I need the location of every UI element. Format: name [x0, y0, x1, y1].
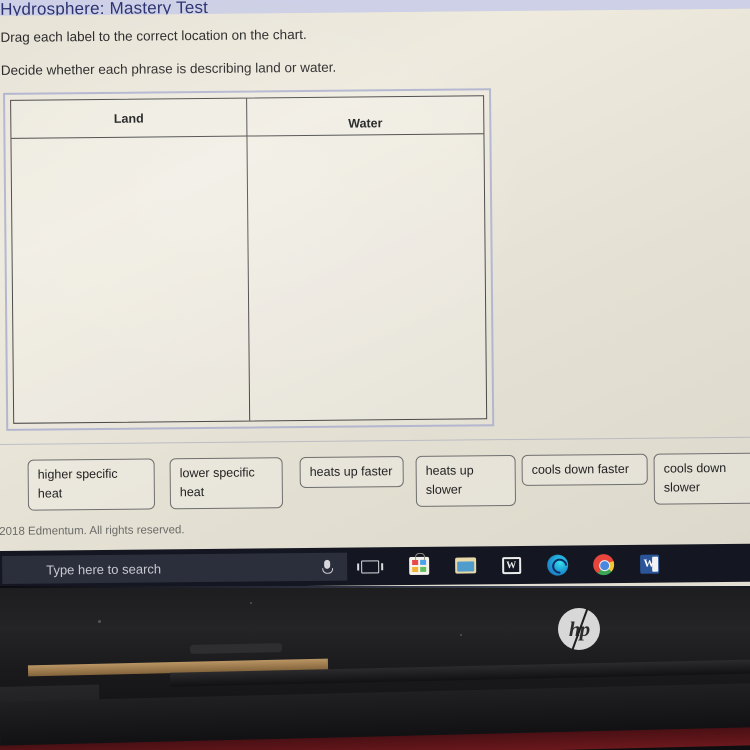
drop-zone-land[interactable] — [11, 136, 251, 423]
microsoft-store-icon — [409, 556, 430, 576]
taskbar-item-microsoft-word[interactable]: W — [637, 552, 661, 576]
instructions: Drag each label to the correct location … — [0, 24, 601, 96]
task-view-icon[interactable] — [361, 559, 380, 573]
drag-label-tray: higher specific heat lower specific heat… — [0, 441, 750, 511]
dust-speck — [250, 602, 252, 604]
drag-label[interactable]: cools down slower — [653, 452, 750, 505]
drag-label[interactable]: cools down faster — [521, 453, 648, 487]
taskbar-item-cortana-app[interactable] — [545, 552, 569, 576]
classification-table: Land Water — [10, 95, 488, 424]
table-body-row — [11, 134, 486, 423]
mail-app-icon: W — [501, 556, 521, 574]
microsoft-word-icon: W — [639, 554, 659, 574]
question-page: Drag each label to the correct location … — [0, 8, 750, 556]
column-header-water: Water — [247, 96, 484, 137]
cortana-swirl-icon — [546, 554, 568, 576]
dust-speck — [98, 620, 101, 623]
hp-logo: hp — [558, 608, 600, 650]
bezel-vent-slot — [189, 643, 283, 654]
instruction-line-1: Drag each label to the correct location … — [0, 26, 307, 45]
drag-label[interactable]: lower specific heat — [169, 457, 284, 510]
taskbar-app-icons: W W — [407, 552, 661, 578]
dust-speck — [460, 634, 462, 636]
bezel-top-edge — [0, 586, 750, 588]
laptop-photo: Hydrosphere: Mastery Test Drag each labe… — [0, 0, 750, 750]
drag-label[interactable]: higher specific heat — [27, 458, 156, 511]
taskbar-item-google-chrome[interactable] — [591, 552, 615, 576]
instruction-line-2: Decide whether each phrase is describing… — [0, 59, 337, 78]
copyright-footer: 2018 Edmentum. All rights reserved. — [0, 524, 185, 538]
search-input[interactable]: Type here to search — [2, 552, 348, 584]
file-explorer-icon — [454, 557, 476, 574]
windows-taskbar: Type here to search W W — [0, 543, 750, 589]
drop-zone-water[interactable] — [247, 134, 486, 420]
microphone-icon[interactable] — [322, 560, 331, 574]
taskbar-item-microsoft-store[interactable] — [407, 554, 431, 578]
drag-label[interactable]: heats up faster — [299, 456, 404, 489]
column-header-land: Land — [11, 98, 248, 139]
taskbar-item-file-explorer[interactable] — [453, 553, 477, 577]
drag-label[interactable]: heats up slower — [415, 454, 517, 507]
taskbar-start-area: Type here to search — [0, 552, 380, 584]
table-header-row: Land Water — [11, 96, 484, 139]
chart-container: Land Water — [3, 88, 495, 431]
laptop-screen: Hydrosphere: Mastery Test Drag each labe… — [0, 0, 750, 598]
taskbar-item-mail-app[interactable]: W — [499, 553, 523, 577]
search-placeholder: Type here to search — [46, 560, 162, 578]
google-chrome-icon — [592, 553, 614, 575]
laptop-bezel: hp — [0, 586, 750, 750]
